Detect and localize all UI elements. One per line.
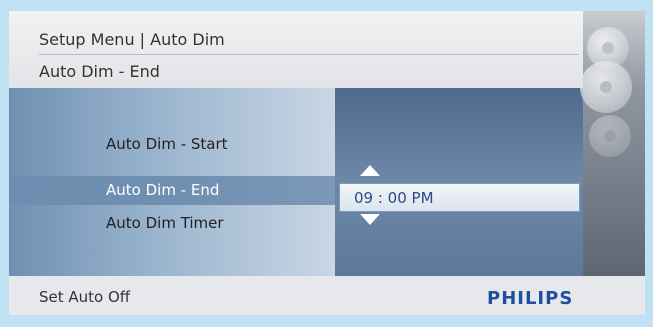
menu-list: Auto Dim - Start Auto Dim - End Auto Dim… <box>9 88 335 276</box>
menu-item-label: Auto Dim - End <box>106 181 220 199</box>
main-panel: Auto Dim - Start Auto Dim - End Auto Dim… <box>9 88 645 276</box>
menu-item-label: Auto Dim Timer <box>106 214 224 232</box>
page-subtitle: Auto Dim - End <box>39 62 160 81</box>
footer-status: Set Auto Off <box>39 288 131 306</box>
time-value: 09 : 00 PM <box>354 189 434 207</box>
screen-frame: Setup Menu | Auto Dim Auto Dim - End Aut… <box>9 11 645 315</box>
header-divider <box>39 54 579 55</box>
menu-item-auto-dim-timer[interactable]: Auto Dim Timer <box>106 214 224 232</box>
arrow-down-icon[interactable] <box>360 214 380 225</box>
value-pane <box>335 88 583 276</box>
brand-logo: PHILIPS <box>487 288 574 309</box>
header: Setup Menu | Auto Dim Auto Dim - End <box>9 11 645 88</box>
menu-item-label: Auto Dim - Start <box>106 135 228 153</box>
control-icon[interactable] <box>580 61 632 113</box>
time-picker[interactable]: 09 : 00 PM <box>339 183 580 212</box>
page-title: Setup Menu | Auto Dim <box>39 30 225 49</box>
footer: Set Auto Off PHILIPS <box>9 276 645 315</box>
control-icon[interactable] <box>589 115 631 157</box>
arrow-up-icon[interactable] <box>360 165 380 176</box>
control-sidebar <box>580 11 645 276</box>
menu-item-auto-dim-start[interactable]: Auto Dim - Start <box>106 135 228 153</box>
menu-item-auto-dim-end[interactable]: Auto Dim - End <box>9 176 335 205</box>
